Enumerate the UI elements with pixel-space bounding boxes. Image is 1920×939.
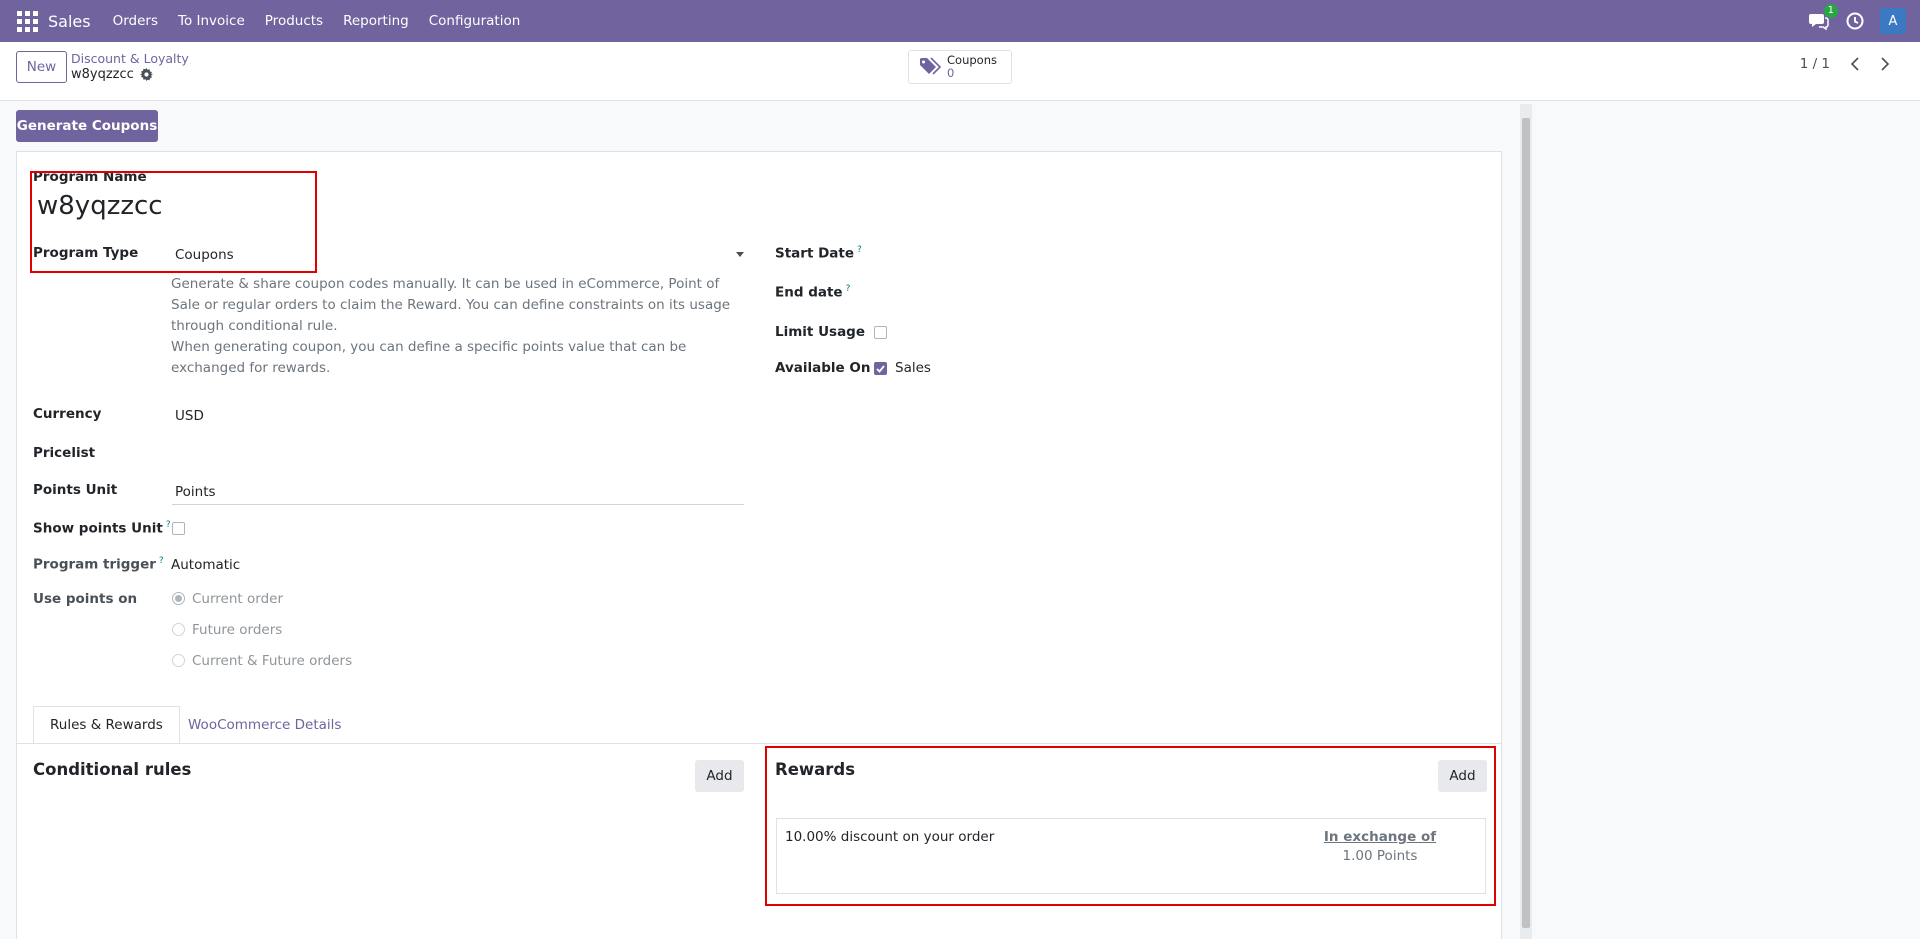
exchange-label: In exchange of: [1323, 829, 1437, 845]
tab-woocommerce-details[interactable]: WooCommerce Details: [172, 706, 357, 744]
pager-next-button[interactable]: [1872, 52, 1898, 76]
program-name-input[interactable]: w8yqzzcc: [37, 191, 163, 221]
use-points-on-label: Use points on: [33, 591, 138, 607]
available-on-sales-label: Sales: [895, 360, 931, 376]
reward-exchange: In exchange of 1.00 Points: [1305, 829, 1455, 864]
points-unit-value: Points: [175, 484, 216, 500]
menu-orders[interactable]: Orders: [103, 0, 168, 42]
end-date-text: End date: [775, 284, 843, 301]
program-name-label: Program Name: [33, 169, 147, 185]
program-type-value: Coupons: [175, 247, 234, 263]
chat-badge: 1: [1823, 4, 1838, 18]
checkmark-icon: [876, 364, 885, 373]
apps-menu-icon[interactable]: [14, 8, 40, 34]
start-date-label: Start Date?: [775, 245, 862, 262]
show-points-unit-text: Show points Unit: [33, 520, 163, 537]
breadcrumb-current: w8yqzzcc: [71, 67, 153, 82]
pager-value: 1 / 1: [1799, 56, 1830, 72]
gear-icon[interactable]: [139, 68, 153, 81]
pager-previous-button[interactable]: [1842, 52, 1868, 76]
pricelist-input[interactable]: [172, 440, 744, 462]
radio-future-orders[interactable]: [172, 623, 185, 636]
option-current-order: Current order: [192, 591, 283, 607]
rewards-title: Rewards: [775, 760, 856, 779]
currency-label: Currency: [33, 406, 102, 422]
chevron-right-icon: [1881, 57, 1890, 71]
help-icon[interactable]: ?: [846, 284, 851, 294]
exchange-points: 1.00 Points: [1342, 848, 1418, 864]
app-name[interactable]: Sales: [48, 12, 91, 31]
tag-icon: [919, 57, 942, 77]
end-date-input[interactable]: [873, 281, 1193, 303]
available-on-sales-checkbox[interactable]: [874, 362, 887, 375]
end-date-label: End date?: [775, 284, 850, 301]
program-type-description: Generate & share coupon codes manually. …: [171, 274, 751, 379]
show-points-unit-label: Show points Unit?: [33, 520, 171, 537]
show-points-unit-checkbox[interactable]: [172, 522, 185, 535]
generate-coupons-button[interactable]: Generate Coupons: [16, 110, 158, 142]
reward-card[interactable]: 10.00% discount on your order In exchang…: [776, 818, 1486, 894]
radio-current-order[interactable]: [172, 592, 185, 605]
points-unit-label: Points Unit: [33, 482, 118, 498]
reward-description: 10.00% discount on your order: [785, 829, 995, 845]
program-trigger-value: Automatic: [171, 557, 241, 573]
add-rule-button[interactable]: Add: [695, 760, 744, 792]
breadcrumb-parent[interactable]: Discount & Loyalty: [71, 51, 189, 66]
coupons-count: 0: [947, 66, 955, 80]
menu-to-invoice[interactable]: To Invoice: [168, 0, 255, 42]
program-trigger-text: Program trigger: [33, 556, 156, 573]
limit-usage-label: Limit Usage: [775, 324, 866, 340]
scrollbar-thumb[interactable]: [1522, 118, 1530, 928]
available-on-label: Available On: [775, 360, 871, 376]
limit-usage-checkbox[interactable]: [874, 326, 887, 339]
help-icon[interactable]: ?: [857, 245, 862, 255]
program-type-select[interactable]: Coupons: [172, 243, 744, 265]
menu-products[interactable]: Products: [255, 0, 333, 42]
menu-reporting[interactable]: Reporting: [333, 0, 419, 42]
vertical-scrollbar[interactable]: [1520, 104, 1532, 939]
chevron-left-icon: [1850, 57, 1859, 71]
start-date-input[interactable]: [873, 242, 1193, 264]
pricelist-label: Pricelist: [33, 445, 96, 461]
help-icon[interactable]: ?: [159, 556, 164, 566]
top-navbar: Sales Orders To Invoice Products Reporti…: [0, 0, 1920, 42]
activity-clock-icon[interactable]: [1844, 10, 1866, 32]
user-avatar[interactable]: A: [1880, 8, 1906, 34]
currency-value[interactable]: USD: [175, 408, 204, 424]
coupons-label: Coupons: [947, 53, 997, 67]
program-trigger-label: Program trigger?: [33, 556, 164, 573]
description-line-2: When generating coupon, you can define a…: [171, 339, 687, 376]
new-button[interactable]: New: [16, 51, 67, 83]
radio-current-future-orders[interactable]: [172, 654, 185, 667]
menu-configuration[interactable]: Configuration: [419, 0, 531, 42]
points-unit-input[interactable]: Points: [172, 478, 744, 505]
conditional-rules-title: Conditional rules: [33, 760, 192, 779]
add-reward-button[interactable]: Add: [1438, 760, 1487, 792]
program-type-label: Program Type: [33, 245, 139, 261]
control-panel: New Discount & Loyalty w8yqzzcc Coupons …: [0, 42, 1920, 101]
tab-rules-rewards[interactable]: Rules & Rewards: [33, 706, 180, 744]
caret-down-icon: [736, 252, 744, 257]
description-line-1: Generate & share coupon codes manually. …: [171, 276, 731, 334]
option-current-future-orders: Current & Future orders: [192, 653, 353, 669]
option-future-orders: Future orders: [192, 622, 283, 638]
help-icon[interactable]: ?: [166, 520, 171, 530]
tab-divider: [16, 743, 1502, 744]
chat-icon[interactable]: 1: [1808, 4, 1838, 32]
record-name: w8yqzzcc: [71, 67, 134, 82]
start-date-text: Start Date: [775, 245, 855, 262]
coupons-smart-button[interactable]: Coupons 0: [908, 50, 1012, 84]
